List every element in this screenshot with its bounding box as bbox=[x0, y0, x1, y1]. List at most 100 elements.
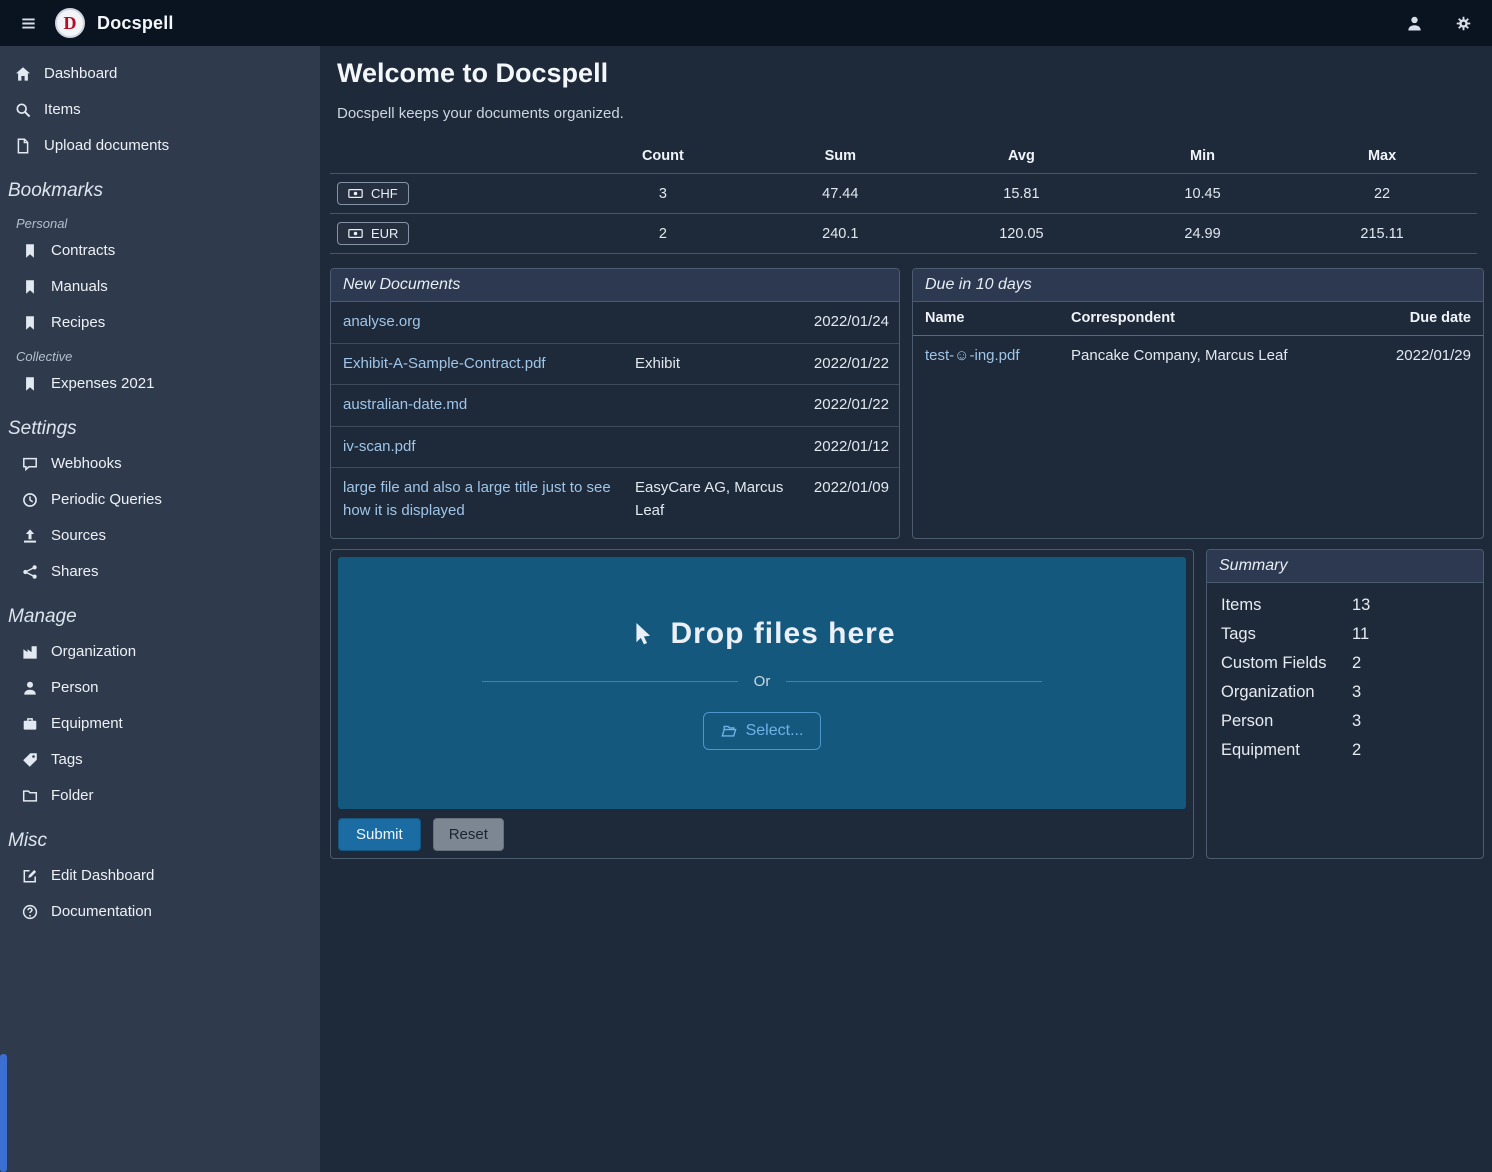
sidebar-item-shares[interactable]: Shares bbox=[0, 554, 320, 590]
sidebar-item-label: Organization bbox=[51, 642, 136, 662]
bookmark-icon bbox=[21, 315, 39, 331]
sidebar-item-tags[interactable]: Tags bbox=[0, 742, 320, 778]
app-title: Docspell bbox=[97, 13, 174, 34]
sidebar-item-dashboard[interactable]: Dashboard bbox=[0, 56, 320, 92]
stats-header-avg: Avg bbox=[925, 142, 1118, 174]
topbar: D Docspell bbox=[0, 0, 1492, 46]
mouse-pointer-icon bbox=[628, 621, 654, 647]
comment-icon bbox=[21, 456, 39, 472]
sidebar-item-label: Dashboard bbox=[44, 64, 117, 84]
person-icon bbox=[21, 680, 39, 696]
due-header-name: Name bbox=[925, 310, 1063, 326]
dropzone-label: Drop files here bbox=[670, 617, 895, 651]
sidebar-item-items[interactable]: Items bbox=[0, 92, 320, 128]
sidebar-scrollbar-thumb[interactable] bbox=[0, 1054, 7, 1172]
select-files-button[interactable]: Select... bbox=[703, 712, 822, 750]
summary-row: Organization 3 bbox=[1207, 678, 1483, 707]
money-bill-icon bbox=[348, 186, 363, 201]
stat-count: 2 bbox=[570, 214, 756, 254]
sidebar-item-edit-dashboard[interactable]: Edit Dashboard bbox=[0, 858, 320, 894]
summary-label: Items bbox=[1221, 596, 1352, 615]
sidebar-item-folder[interactable]: Folder bbox=[0, 778, 320, 814]
sidebar-item-recipes[interactable]: Recipes bbox=[0, 305, 320, 341]
file-dropzone[interactable]: Drop files here Or Select... bbox=[338, 557, 1186, 809]
stat-min: 10.45 bbox=[1118, 174, 1287, 214]
sidebar-item-label: Contracts bbox=[51, 241, 115, 261]
hamburger-icon bbox=[20, 15, 37, 32]
file-icon bbox=[14, 138, 32, 154]
sidebar-item-contracts[interactable]: Contracts bbox=[0, 233, 320, 269]
due-panel: Due in 10 days Name Correspondent Due da… bbox=[912, 268, 1484, 539]
divider-line bbox=[482, 681, 738, 682]
topbar-actions bbox=[1402, 11, 1476, 36]
document-date: 2022/01/12 bbox=[793, 436, 889, 459]
summary-row: Equipment 2 bbox=[1207, 736, 1483, 765]
sidebar-item-person[interactable]: Person bbox=[0, 670, 320, 706]
due-table-header: Name Correspondent Due date bbox=[913, 302, 1483, 336]
document-link[interactable]: test-☺-ing.pdf bbox=[925, 347, 1063, 364]
app-window: D Docspell Dashboard Items bbox=[0, 0, 1492, 1172]
sidebar-item-documentation[interactable]: Documentation bbox=[0, 894, 320, 930]
question-circle-icon bbox=[21, 904, 39, 920]
sidebar-item-expenses-2021[interactable]: Expenses 2021 bbox=[0, 366, 320, 402]
layout: Dashboard Items Upload documents Bookmar… bbox=[0, 46, 1492, 1172]
or-divider: Or bbox=[482, 673, 1042, 690]
brand[interactable]: D Docspell bbox=[55, 8, 174, 38]
stat-min: 24.99 bbox=[1118, 214, 1287, 254]
sidebar-item-upload-documents[interactable]: Upload documents bbox=[0, 128, 320, 164]
currency-code: EUR bbox=[371, 226, 398, 241]
document-date: 2022/01/09 bbox=[793, 477, 889, 522]
gears-icon bbox=[1455, 15, 1472, 32]
document-correspondent: EasyCare AG, Marcus Leaf bbox=[635, 477, 785, 522]
document-row: Exhibit-A-Sample-Contract.pdf Exhibit 20… bbox=[331, 344, 899, 386]
sidebar-item-equipment[interactable]: Equipment bbox=[0, 706, 320, 742]
currency-code: CHF bbox=[371, 186, 398, 201]
sidebar-item-webhooks[interactable]: Webhooks bbox=[0, 446, 320, 482]
document-date: 2022/01/24 bbox=[793, 311, 889, 334]
stat-max: 215.11 bbox=[1287, 214, 1477, 254]
money-bill-icon bbox=[348, 226, 363, 241]
document-correspondent: Exhibit bbox=[635, 353, 785, 376]
user-menu-button[interactable] bbox=[1402, 11, 1427, 36]
sidebar-subsection-collective: Collective bbox=[0, 341, 320, 366]
stat-count: 3 bbox=[570, 174, 756, 214]
summary-row: Custom Fields 2 bbox=[1207, 649, 1483, 678]
industry-icon bbox=[21, 644, 39, 660]
document-link[interactable]: iv-scan.pdf bbox=[343, 436, 627, 459]
sidebar-item-sources[interactable]: Sources bbox=[0, 518, 320, 554]
sidebar: Dashboard Items Upload documents Bookmar… bbox=[0, 46, 320, 1172]
currency-badge: EUR bbox=[337, 222, 409, 245]
page-title: Welcome to Docspell bbox=[337, 58, 1484, 89]
sidebar-item-periodic-queries[interactable]: Periodic Queries bbox=[0, 482, 320, 518]
stats-header-sum: Sum bbox=[756, 142, 925, 174]
stat-avg: 15.81 bbox=[925, 174, 1118, 214]
new-documents-title: New Documents bbox=[331, 269, 899, 302]
sidebar-item-label: Webhooks bbox=[51, 454, 122, 474]
sidebar-item-label: Person bbox=[51, 678, 99, 698]
due-row: test-☺-ing.pdf Pancake Company, Marcus L… bbox=[913, 336, 1483, 375]
sidebar-item-manuals[interactable]: Manuals bbox=[0, 269, 320, 305]
stats-header-min: Min bbox=[1118, 142, 1287, 174]
settings-menu-button[interactable] bbox=[1451, 11, 1476, 36]
sidebar-section-manage: Manage bbox=[0, 590, 320, 634]
stat-sum: 47.44 bbox=[756, 174, 925, 214]
document-link[interactable]: Exhibit-A-Sample-Contract.pdf bbox=[343, 353, 627, 376]
reset-button[interactable]: Reset bbox=[433, 818, 504, 851]
document-link[interactable]: large file and also a large title just t… bbox=[343, 477, 627, 522]
history-icon bbox=[21, 492, 39, 508]
document-correspondent bbox=[635, 394, 785, 417]
sidebar-item-label: Tags bbox=[51, 750, 83, 770]
document-date: 2022/01/22 bbox=[793, 394, 889, 417]
document-row: large file and also a large title just t… bbox=[331, 468, 899, 531]
document-row: australian-date.md 2022/01/22 bbox=[331, 385, 899, 427]
sidebar-item-organization[interactable]: Organization bbox=[0, 634, 320, 670]
document-link[interactable]: analyse.org bbox=[343, 311, 627, 334]
folder-open-icon bbox=[721, 723, 737, 739]
sidebar-item-label: Equipment bbox=[51, 714, 123, 734]
menu-button[interactable] bbox=[16, 11, 41, 36]
sidebar-nav: Dashboard Items Upload documents Bookmar… bbox=[0, 56, 320, 930]
document-link[interactable]: australian-date.md bbox=[343, 394, 627, 417]
summary-row: Person 3 bbox=[1207, 707, 1483, 736]
submit-button[interactable]: Submit bbox=[338, 818, 421, 851]
sidebar-item-label: Shares bbox=[51, 562, 99, 582]
